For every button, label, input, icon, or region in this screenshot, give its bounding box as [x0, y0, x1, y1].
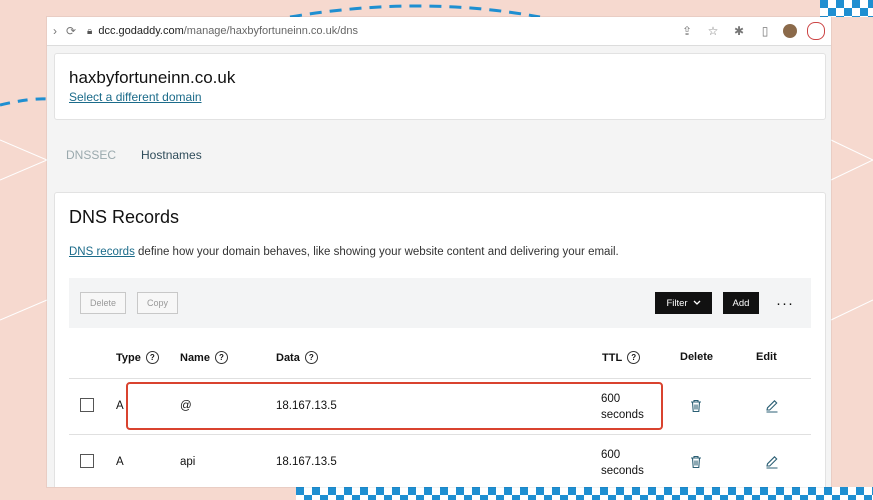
- dns-records-card: DNS Records DNS records define how your …: [54, 192, 826, 487]
- checker-strip-top: [820, 0, 873, 17]
- extensions-icon[interactable]: ✱: [731, 23, 747, 39]
- reload-icon[interactable]: ⟳: [63, 23, 79, 39]
- row-checkbox[interactable]: [80, 398, 94, 412]
- row-type: A: [116, 400, 124, 412]
- url-path: /manage/haxbyfortuneinn.co.uk/dns: [183, 25, 359, 37]
- row-data: 18.167.13.5: [276, 456, 337, 468]
- dns-tabs: DNSSEC Hostnames: [66, 148, 202, 162]
- pencil-icon[interactable]: [765, 455, 779, 469]
- browser-window: › ⟳ 🔒︎ dcc.godaddy.com/manage/haxbyfortu…: [47, 17, 831, 487]
- trash-icon[interactable]: [689, 399, 703, 413]
- help-icon[interactable]: ?: [214, 351, 228, 364]
- col-ttl: TTL?: [602, 351, 641, 364]
- dns-records-description: DNS records define how your domain behav…: [69, 246, 619, 258]
- pencil-icon[interactable]: [765, 399, 779, 413]
- add-button[interactable]: Add: [723, 292, 759, 314]
- row-ttl-value: 600: [601, 393, 621, 405]
- menu-icon[interactable]: [807, 22, 825, 40]
- toolbar-actions: ⇪ ☆ ✱ ▯: [679, 22, 825, 40]
- select-domain-link[interactable]: Select a different domain: [69, 90, 202, 104]
- star-icon[interactable]: ☆: [705, 23, 721, 39]
- col-data-label: Data: [276, 351, 300, 364]
- more-options-icon[interactable]: ···: [775, 292, 795, 314]
- url-text: dcc.godaddy.com/manage/haxbyfortuneinn.c…: [98, 25, 358, 37]
- col-edit-label: Edit: [756, 351, 777, 363]
- filter-button[interactable]: Filter: [655, 292, 712, 314]
- row-data: 18.167.13.5: [276, 400, 337, 412]
- row-ttl: 600 seconds: [601, 391, 644, 423]
- copy-button[interactable]: Copy: [137, 292, 178, 314]
- dns-records-title: DNS Records: [69, 207, 180, 227]
- col-ttl-label: TTL: [602, 351, 623, 364]
- row-ttl: 600 seconds: [601, 447, 644, 479]
- lock-icon: 🔒︎: [87, 25, 93, 37]
- row-ttl-unit: seconds: [601, 409, 644, 421]
- table-header: Type? Name? Data? TTL? Delete Edit: [55, 351, 825, 371]
- row-name: api: [180, 456, 196, 468]
- browser-toolbar: › ⟳ 🔒︎ dcc.godaddy.com/manage/haxbyfortu…: [47, 17, 831, 46]
- col-name: Name?: [180, 351, 228, 364]
- row-type: A: [116, 456, 124, 468]
- records-action-bar: Delete Copy Filter Add ···: [69, 278, 811, 328]
- filter-label: Filter: [666, 297, 688, 309]
- domain-title: haxbyfortuneinn.co.uk: [69, 68, 236, 87]
- row-name: @: [180, 400, 192, 412]
- forward-icon[interactable]: ›: [47, 23, 63, 39]
- col-edit: Edit: [756, 351, 777, 363]
- tab-hostnames[interactable]: Hostnames: [141, 148, 202, 162]
- col-type-label: Type: [116, 351, 141, 364]
- chevron-down-icon: [693, 300, 701, 305]
- row-highlight-box: [126, 382, 663, 430]
- help-icon[interactable]: ?: [145, 351, 159, 364]
- share-icon[interactable]: ⇪: [679, 23, 695, 39]
- table-row: A @ 18.167.13.5 600 seconds: [69, 378, 811, 434]
- table-row: A api 18.167.13.5 600 seconds: [69, 434, 811, 487]
- row-checkbox[interactable]: [80, 454, 94, 468]
- row-ttl-unit: seconds: [601, 465, 644, 477]
- col-type: Type?: [116, 351, 159, 364]
- delete-button[interactable]: Delete: [80, 292, 126, 314]
- url-domain: dcc.godaddy.com: [98, 25, 184, 37]
- help-icon[interactable]: ?: [304, 351, 318, 364]
- domain-card: haxbyfortuneinn.co.uk Select a different…: [54, 53, 826, 120]
- col-data: Data?: [276, 351, 318, 364]
- tab-dnssec[interactable]: DNSSEC: [66, 148, 116, 162]
- trash-icon[interactable]: [689, 455, 703, 469]
- dns-records-desc-text: define how your domain behaves, like sho…: [134, 246, 619, 258]
- profile-avatar[interactable]: [783, 24, 797, 38]
- col-delete-label: Delete: [680, 351, 714, 363]
- row-ttl-value: 600: [601, 449, 621, 461]
- col-delete: Delete: [680, 351, 713, 363]
- help-icon[interactable]: ?: [627, 351, 641, 364]
- checker-strip-bottom: [296, 487, 873, 500]
- dns-records-link[interactable]: DNS records: [69, 246, 135, 258]
- sidebar-icon[interactable]: ▯: [757, 23, 773, 39]
- address-bar[interactable]: 🔒︎ dcc.godaddy.com/manage/haxbyfortunein…: [87, 25, 679, 37]
- col-name-label: Name: [180, 351, 210, 364]
